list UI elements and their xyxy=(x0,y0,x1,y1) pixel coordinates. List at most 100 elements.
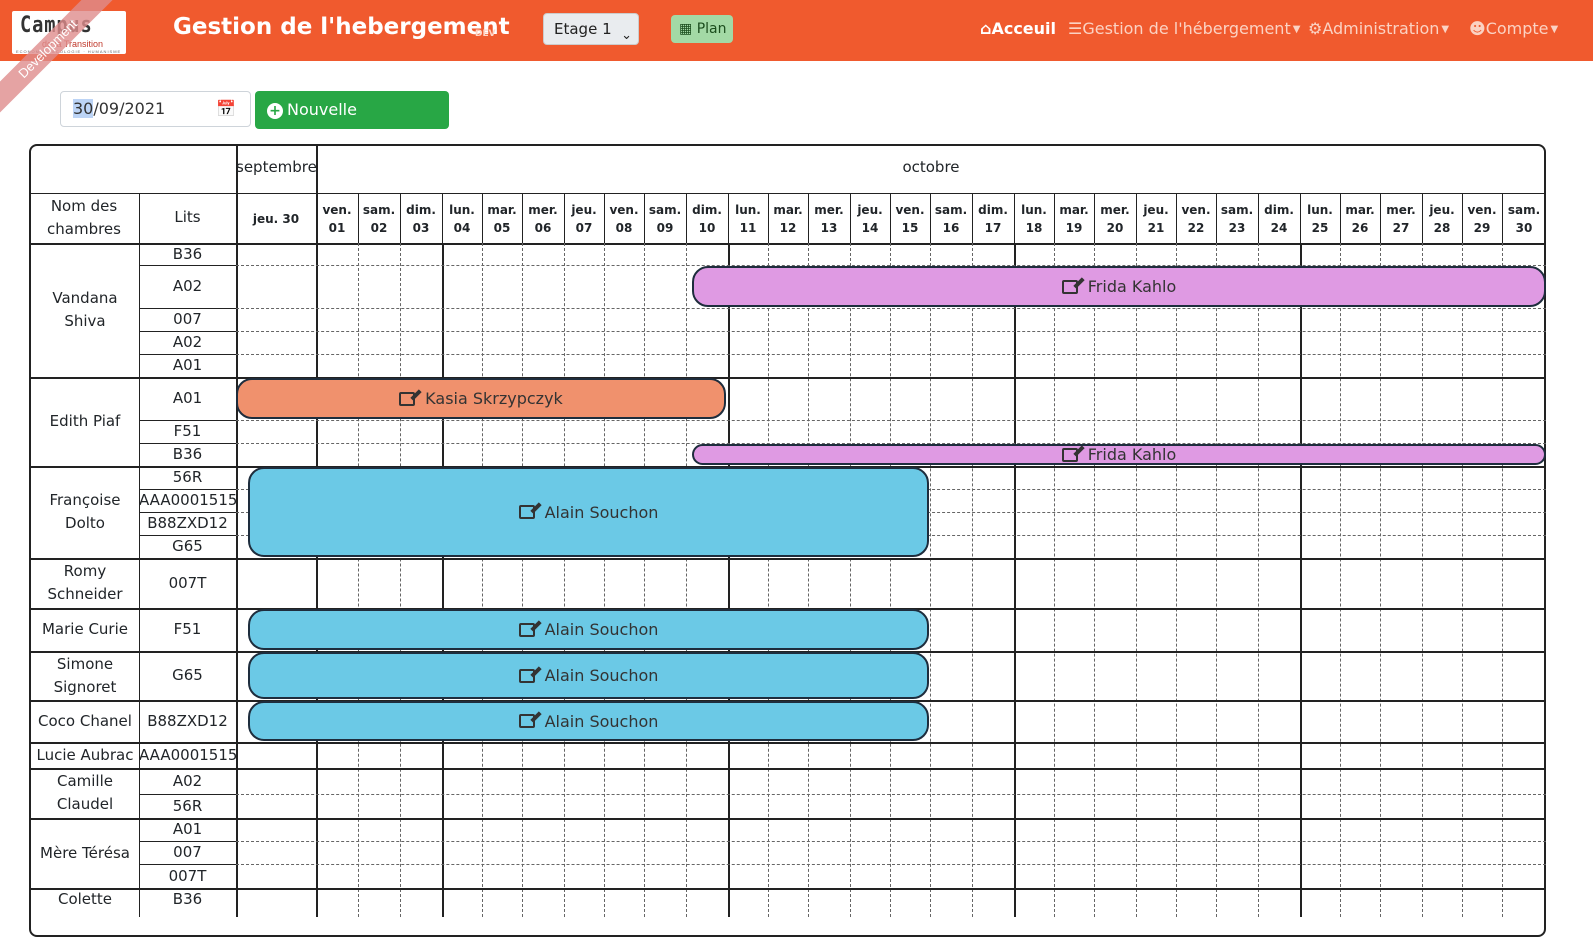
bed-label[interactable]: F51 xyxy=(139,608,236,651)
day-name: mar. xyxy=(1059,203,1089,217)
booking-bar[interactable]: Alain Souchon xyxy=(248,701,929,741)
room-name[interactable]: Françoise Dolto xyxy=(31,466,139,558)
room-name[interactable]: Edith Piaf xyxy=(31,377,139,466)
room-name[interactable]: Colette xyxy=(31,888,139,910)
day-number: 13 xyxy=(820,221,838,235)
bed-label[interactable]: 56R xyxy=(139,794,236,818)
bed-label[interactable]: 007T xyxy=(139,558,236,608)
bed-label[interactable]: 007T xyxy=(139,864,236,888)
day-separator xyxy=(1380,243,1381,917)
room-name[interactable]: Simone Signoret xyxy=(31,651,139,700)
day-number: 12 xyxy=(779,221,797,235)
day-number: 26 xyxy=(1351,221,1369,235)
bed-label[interactable]: AAA0001515 xyxy=(139,489,236,512)
nav-administration-label: Administration xyxy=(1322,19,1440,38)
bed-label[interactable]: 007 xyxy=(139,308,236,331)
floor-select[interactable]: Etage 1 ⌄ xyxy=(543,13,639,45)
bed-label[interactable]: A01 xyxy=(139,354,236,377)
bed-label[interactable]: G65 xyxy=(139,651,236,700)
day-name: mer. xyxy=(1386,203,1416,217)
booking-bar[interactable]: Frida Kahlo xyxy=(692,444,1546,465)
edit-icon[interactable] xyxy=(1061,279,1078,294)
day-header: ven. 22 xyxy=(1176,201,1216,237)
nav-administration[interactable]: ⚙Administration ▼ xyxy=(1308,19,1449,38)
edit-icon[interactable] xyxy=(518,668,535,683)
booking-bar[interactable]: Frida Kahlo xyxy=(692,266,1546,307)
day-number: 19 xyxy=(1065,221,1083,235)
bed-label[interactable]: B88ZXD12 xyxy=(139,512,236,535)
day-name: sam. xyxy=(1507,203,1541,217)
map-icon: ▦ xyxy=(679,21,693,37)
new-reservation-button[interactable]: + Nouvelle réservation xyxy=(255,91,449,157)
day-number: 17 xyxy=(984,221,1002,235)
room-name[interactable]: Marie Curie xyxy=(31,608,139,651)
day-number: 08 xyxy=(615,221,633,235)
caret-down-icon: ▼ xyxy=(1550,24,1559,35)
day-number: 18 xyxy=(1025,221,1043,235)
edit-icon[interactable] xyxy=(518,505,535,519)
bed-label[interactable]: A01 xyxy=(139,818,236,841)
edit-icon[interactable] xyxy=(518,622,535,637)
nav-account[interactable]: ☻Compte ▼ xyxy=(1469,19,1558,38)
calendar-icon[interactable]: 📅 xyxy=(216,92,236,126)
plus-circle-icon: + xyxy=(267,103,283,119)
beds-days-separator xyxy=(236,144,238,917)
booking-guest-name: Alain Souchon xyxy=(544,711,659,731)
booking-bar[interactable]: Alain Souchon xyxy=(248,467,929,557)
nav-home[interactable]: ⌂Acceuil xyxy=(980,19,1056,38)
day-separator xyxy=(1136,243,1137,917)
day-header: lun. 04 xyxy=(442,201,482,237)
edit-icon[interactable] xyxy=(399,391,416,406)
room-name[interactable]: Camille Claudel xyxy=(31,768,139,818)
bed-label[interactable]: A02 xyxy=(139,331,236,354)
room-name[interactable]: Lucie Aubrac xyxy=(31,742,139,768)
bed-label[interactable]: B36 xyxy=(139,888,236,910)
day-separator xyxy=(930,243,931,917)
day-name: sam. xyxy=(934,203,968,217)
plan-button[interactable]: ▦ Plan xyxy=(671,15,733,43)
bed-label[interactable]: AAA0001515 xyxy=(139,742,236,768)
bed-label[interactable]: A02 xyxy=(139,768,236,794)
day-header: mer. 13 xyxy=(808,201,850,237)
bed-label[interactable]: F51 xyxy=(139,420,236,443)
bed-label[interactable]: 007 xyxy=(139,841,236,864)
room-name[interactable]: Mère Térésa xyxy=(31,818,139,888)
bed-label[interactable]: A01 xyxy=(139,377,236,420)
bed-label[interactable]: B36 xyxy=(139,443,236,466)
day-separator xyxy=(972,243,973,917)
room-name[interactable]: Vandana Shiva xyxy=(31,243,139,377)
day-header: sam. 16 xyxy=(930,201,972,237)
bed-label[interactable]: G65 xyxy=(139,535,236,558)
day-name: mer. xyxy=(1100,203,1130,217)
day-header: jeu. 28 xyxy=(1422,201,1462,237)
bed-label[interactable]: B36 xyxy=(139,243,236,265)
day-number: 23 xyxy=(1228,221,1246,235)
day-header: ven. 08 xyxy=(604,201,644,237)
day-header: jeu. 07 xyxy=(564,201,604,237)
room-name[interactable]: Romy Schneider xyxy=(31,558,139,608)
day-name: dim. xyxy=(406,203,436,217)
bed-label[interactable]: 56R xyxy=(139,466,236,489)
date-input[interactable]: 30/09/2021 📅 xyxy=(60,91,251,127)
edit-icon[interactable] xyxy=(518,714,535,728)
day-name: lun. xyxy=(1307,203,1333,217)
day-header: sam. 02 xyxy=(358,201,400,237)
beds-column-header: Lits xyxy=(174,208,201,226)
booking-bar[interactable]: Alain Souchon xyxy=(248,609,929,650)
room-separator xyxy=(29,768,1546,770)
bed-row-line xyxy=(236,308,1546,309)
booking-guest-name: Alain Souchon xyxy=(544,502,659,522)
app-title[interactable]: Gestion de l'hebergement xyxy=(173,14,510,40)
day-separator xyxy=(358,243,359,917)
bed-label[interactable]: A02 xyxy=(139,265,236,308)
booking-bar[interactable]: Alain Souchon xyxy=(248,652,929,699)
date-rest: /09/2021 xyxy=(93,99,166,118)
room-name[interactable]: Coco Chanel xyxy=(31,700,139,742)
nav-account-label: Compte xyxy=(1485,19,1549,38)
nav-accommodation[interactable]: ☰Gestion de l'hébergement ▼ xyxy=(1068,19,1300,38)
day-name: jeu. xyxy=(1429,203,1455,217)
booking-bar[interactable]: Kasia Skrzypczyk xyxy=(236,378,726,419)
bed-label[interactable]: B88ZXD12 xyxy=(139,700,236,742)
edit-icon[interactable] xyxy=(1061,447,1078,462)
day-header: jeu. 21 xyxy=(1136,201,1176,237)
